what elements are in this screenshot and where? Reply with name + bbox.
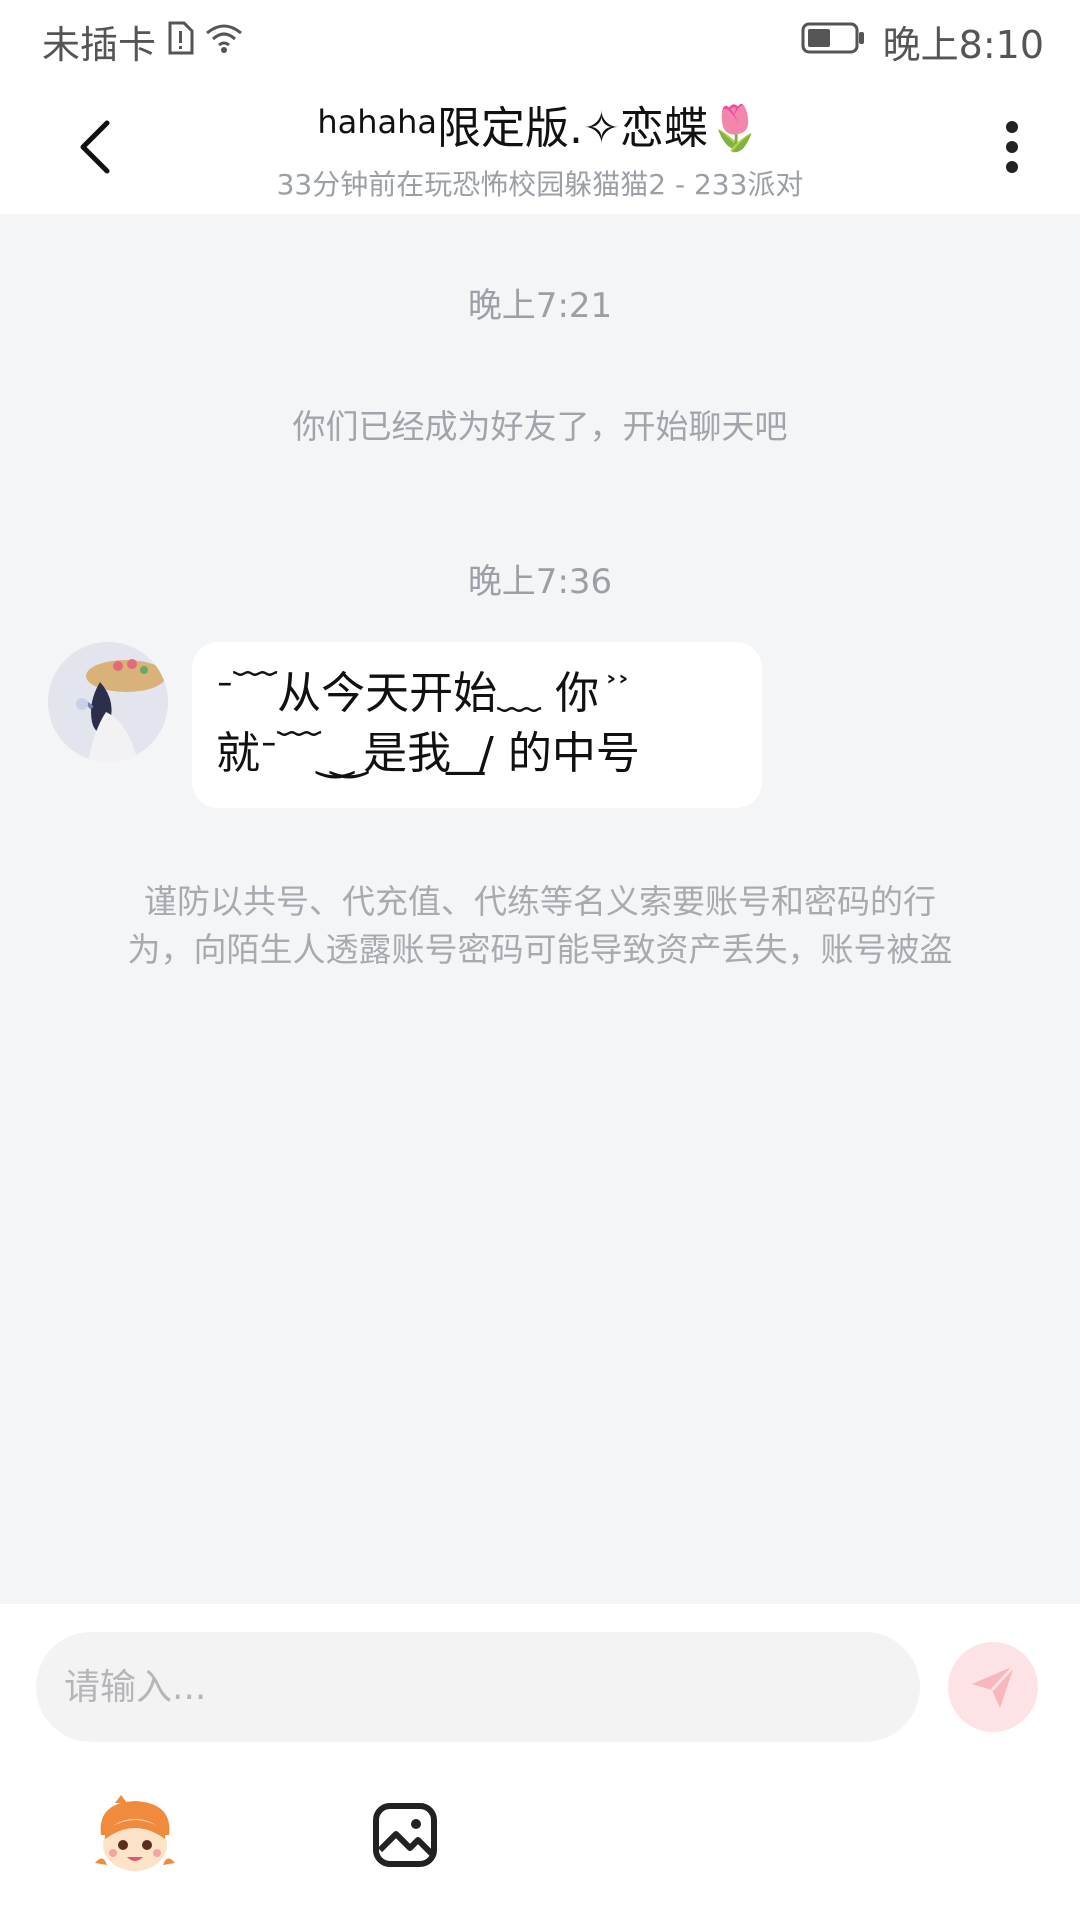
message-composer (0, 1604, 1080, 1920)
status-right: 晚上8:10 (801, 14, 1044, 69)
warning-line: 谨防以共号、代充值、代练等名义索要账号和密码的行 (144, 882, 936, 921)
message-text-line: ᐨ﹋从今天开始﹏ 你 ͐ ͐ (216, 668, 624, 719)
status-bar: 未插卡 晚上8:10 (0, 0, 1080, 72)
message-input[interactable] (36, 1632, 920, 1742)
send-button[interactable] (948, 1642, 1038, 1732)
message-bubble[interactable]: ᐨ﹋从今天开始﹏ 你 ͐ ͐ 就ᐨ﹋ ͜ ͜ 是我 ͟ / 的中号 (192, 642, 762, 808)
carrier-label: 未插卡 (42, 23, 157, 67)
title-main: 限定版.✧恋蝶🌷 (437, 103, 763, 154)
mascot-emoji-icon (95, 1795, 175, 1871)
more-vertical-icon (1006, 121, 1018, 173)
chat-area[interactable]: 晚上7:21 你们已经成为好友了，开始聊天吧 晚上7:36 ᐨ﹋从今天开始﹏ 你… (0, 214, 1080, 1604)
chat-header: hahaha限定版.✧恋蝶🌷 33分钟前在玩恐怖校园躲猫猫2 - 233派对 (0, 72, 1080, 214)
image-icon (373, 1803, 437, 1867)
system-message: 你们已经成为好友了，开始聊天吧 (292, 407, 788, 446)
message-timestamp: 晚上7:21 (467, 286, 613, 326)
clock: 晚上8:10 (882, 23, 1044, 67)
status-left: 未插卡 (42, 14, 244, 69)
message-text-line: 就ᐨ﹋ ͜ ͜ 是我 ͟ / 的中号 (216, 728, 640, 779)
wifi-icon (204, 20, 244, 64)
more-options-button[interactable] (992, 112, 1032, 182)
activity-status: 33分钟前在玩恐怖校园躲猫猫2 - 233派对 (276, 168, 804, 201)
warning-line: 为，向陌生人透露账号密码可能导致资产丢失，账号被盗 (127, 930, 953, 969)
message-timestamp: 晚上7:36 (467, 562, 613, 602)
title-block: hahaha限定版.✧恋蝶🌷 33分钟前在玩恐怖校园躲猫猫2 - 233派对 (180, 94, 900, 203)
send-icon (972, 1664, 1016, 1708)
avatar[interactable] (48, 642, 168, 762)
page-title: hahaha限定版.✧恋蝶🌷 (180, 94, 900, 157)
chevron-left-icon (80, 120, 110, 174)
image-button[interactable] (360, 1790, 450, 1880)
sim-alert-icon (166, 20, 194, 64)
battery-icon (801, 20, 867, 64)
back-button[interactable] (60, 112, 130, 182)
emoji-button[interactable] (90, 1790, 180, 1880)
security-warning: 谨防以共号、代充值、代练等名义索要账号和密码的行 为，向陌生人透露账号密码可能导… (70, 878, 1010, 974)
title-prefix: hahaha (317, 103, 438, 141)
